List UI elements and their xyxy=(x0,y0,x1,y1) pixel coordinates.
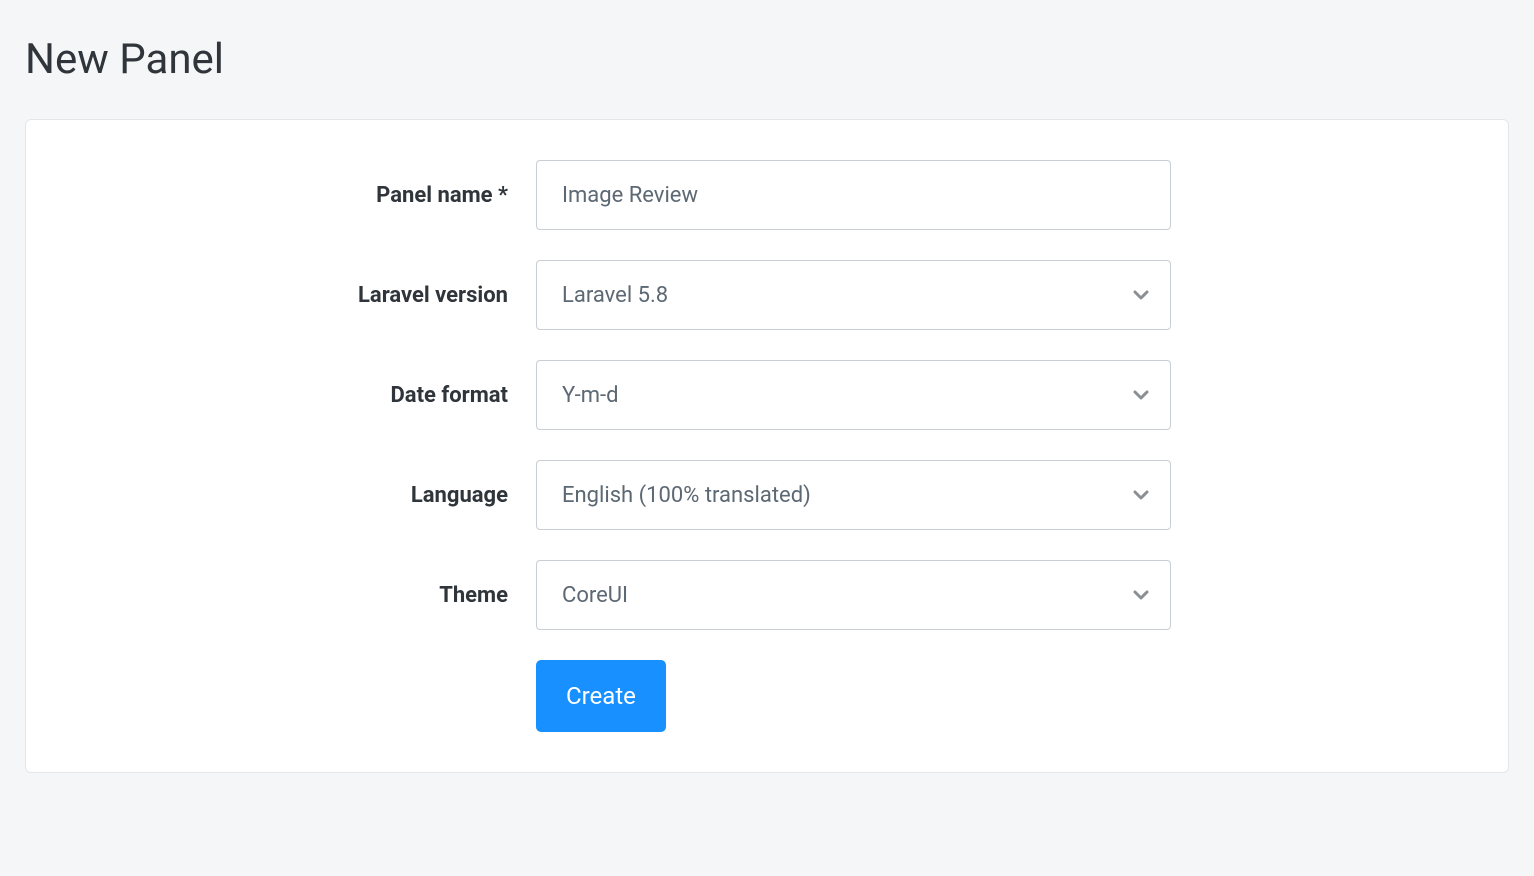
laravel-version-row: Laravel version Laravel 5.8 xyxy=(56,260,1478,330)
language-wrap: English (100% translated) xyxy=(536,460,1171,530)
theme-select[interactable]: CoreUI xyxy=(536,560,1171,630)
page-title: New Panel xyxy=(25,35,1509,84)
date-format-row: Date format Y-m-d xyxy=(56,360,1478,430)
date-format-label: Date format xyxy=(56,383,536,408)
create-button[interactable]: Create xyxy=(536,660,666,732)
submit-row: Create xyxy=(56,660,1478,732)
date-format-select[interactable]: Y-m-d xyxy=(536,360,1171,430)
submit-wrap: Create xyxy=(536,660,1171,732)
panel-name-wrap xyxy=(536,160,1171,230)
theme-wrap: CoreUI xyxy=(536,560,1171,630)
laravel-version-label: Laravel version xyxy=(56,283,536,308)
panel-name-row: Panel name * xyxy=(56,160,1478,230)
form-card: Panel name * Laravel version Laravel 5.8… xyxy=(25,119,1509,773)
theme-row: Theme CoreUI xyxy=(56,560,1478,630)
theme-label: Theme xyxy=(56,583,536,608)
date-format-wrap: Y-m-d xyxy=(536,360,1171,430)
panel-name-input[interactable] xyxy=(536,160,1171,230)
laravel-version-select[interactable]: Laravel 5.8 xyxy=(536,260,1171,330)
language-select[interactable]: English (100% translated) xyxy=(536,460,1171,530)
panel-name-label: Panel name * xyxy=(56,183,536,208)
language-label: Language xyxy=(56,483,536,508)
laravel-version-wrap: Laravel 5.8 xyxy=(536,260,1171,330)
language-row: Language English (100% translated) xyxy=(56,460,1478,530)
